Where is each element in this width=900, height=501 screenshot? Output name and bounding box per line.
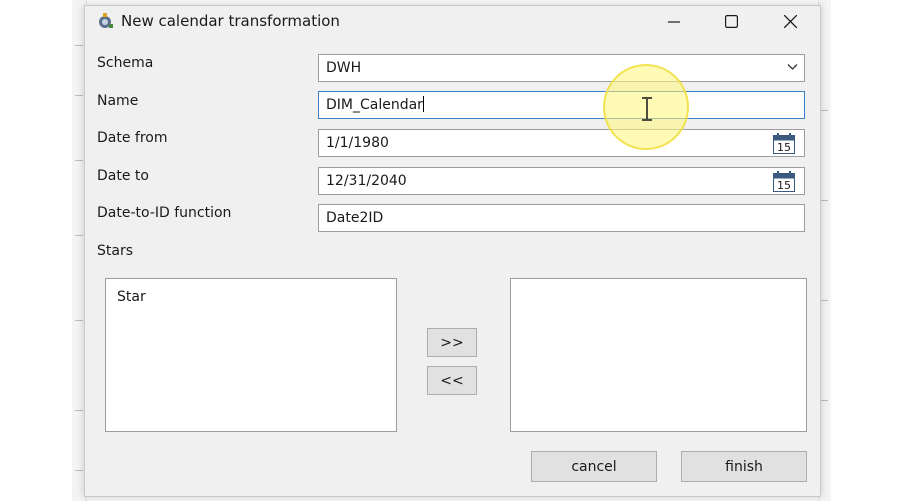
background-divider xyxy=(820,200,828,201)
schema-select[interactable]: DWH xyxy=(318,54,805,82)
background-divider xyxy=(820,400,828,401)
background-divider xyxy=(75,470,83,471)
background-divider xyxy=(75,320,83,321)
close-button[interactable] xyxy=(767,6,813,37)
window-title: New calendar transformation xyxy=(121,12,340,30)
date-from-picker[interactable]: 1/1/1980 15 xyxy=(318,129,805,157)
remove-star-button[interactable]: << xyxy=(427,366,477,395)
app-icon xyxy=(99,13,113,28)
background-divider xyxy=(75,160,83,161)
name-value: DIM_Calendar xyxy=(326,97,423,113)
maximize-icon xyxy=(724,15,738,28)
background-divider xyxy=(75,95,83,96)
background-divider xyxy=(820,110,828,111)
stars-label: Stars xyxy=(97,243,134,259)
background-divider xyxy=(75,235,83,236)
add-star-button[interactable]: >> xyxy=(427,328,477,357)
text-caret xyxy=(422,96,424,112)
date-from-label: Date from xyxy=(97,130,168,146)
selected-stars-list[interactable] xyxy=(510,278,807,432)
name-label: Name xyxy=(97,93,139,109)
text-cursor-icon xyxy=(642,97,652,121)
date-to-label: Date to xyxy=(97,168,149,184)
title-bar[interactable]: New calendar transformation xyxy=(85,6,820,37)
calendar-icon[interactable]: 15 xyxy=(773,171,795,192)
date-to-id-input[interactable]: Date2ID xyxy=(318,204,805,232)
date-to-value: 12/31/2040 xyxy=(326,173,407,189)
background-divider xyxy=(820,300,828,301)
cancel-button[interactable]: cancel xyxy=(531,451,657,482)
maximize-button[interactable] xyxy=(708,6,754,37)
calendar-icon[interactable]: 15 xyxy=(773,133,795,154)
calendar-icon-text: 15 xyxy=(777,179,791,192)
date-from-value: 1/1/1980 xyxy=(326,135,389,151)
available-stars-list[interactable]: Star xyxy=(105,278,397,432)
minimize-icon xyxy=(668,20,680,23)
schema-label: Schema xyxy=(97,55,154,71)
date-to-picker[interactable]: 12/31/2040 15 xyxy=(318,167,805,195)
chevron-down-icon[interactable] xyxy=(787,63,798,71)
date-to-id-value: Date2ID xyxy=(326,210,384,226)
close-icon xyxy=(783,15,797,28)
new-calendar-transformation-dialog: New calendar transformation Schema DWH N… xyxy=(84,5,821,497)
date-to-id-label: Date-to-ID function xyxy=(97,205,232,221)
background-divider xyxy=(75,45,83,46)
schema-value: DWH xyxy=(326,60,362,76)
list-item[interactable]: Star xyxy=(117,289,146,305)
name-input[interactable]: DIM_Calendar xyxy=(318,91,805,119)
calendar-icon-text: 15 xyxy=(777,141,791,154)
finish-button[interactable]: finish xyxy=(681,451,807,482)
minimize-button[interactable] xyxy=(651,6,697,37)
background-divider xyxy=(75,410,83,411)
